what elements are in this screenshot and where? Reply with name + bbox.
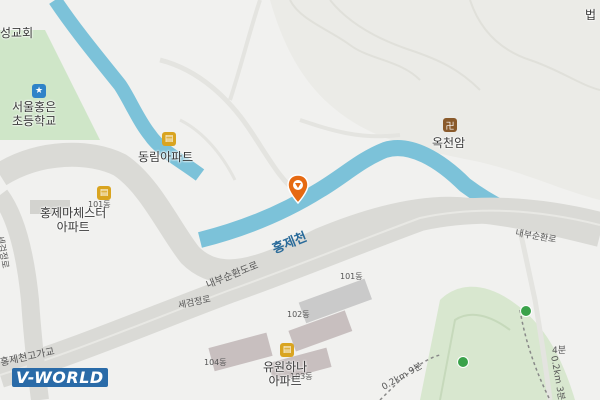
label-okcheonam[interactable]: 옥천암 — [432, 136, 465, 150]
label-bldg-102: 102동 — [287, 310, 310, 319]
label-bldg-101: 101동 — [340, 272, 363, 281]
vworld-logo: V-WORLD — [12, 368, 108, 387]
school-icon[interactable]: ★ — [32, 84, 46, 98]
trail-marker-icon[interactable] — [520, 305, 532, 317]
apartment-icon[interactable]: ▤ — [97, 186, 111, 200]
apartment-icon[interactable]: ▤ — [280, 343, 294, 357]
label-dongrim[interactable]: 동림아파트 — [138, 150, 193, 164]
trail-marker-icon[interactable] — [457, 356, 469, 368]
label-yuwon[interactable]: 유원하나 아파트 — [263, 360, 307, 389]
temple-icon[interactable]: 卍 — [443, 118, 457, 132]
label-law: 법 — [585, 8, 597, 22]
label-bldg-104: 104동 — [204, 358, 227, 367]
label-trail-4: 4분 — [552, 346, 567, 356]
label-church: 성교회 — [0, 26, 34, 40]
map-view[interactable]: 성교회 법 ★ 서울홍은 초등학교 ▤ 동림아파트 卍 옥천암 ▤ 홍제마체스터… — [0, 0, 600, 400]
label-hongje-master[interactable]: 홍제마체스터 아파트 — [40, 206, 106, 235]
apartment-icon[interactable]: ▤ — [162, 132, 176, 146]
label-bldg-101-left: 101동 — [88, 200, 111, 209]
location-marker-icon[interactable] — [286, 174, 310, 204]
label-school[interactable]: 서울홍은 초등학교 — [12, 100, 56, 129]
